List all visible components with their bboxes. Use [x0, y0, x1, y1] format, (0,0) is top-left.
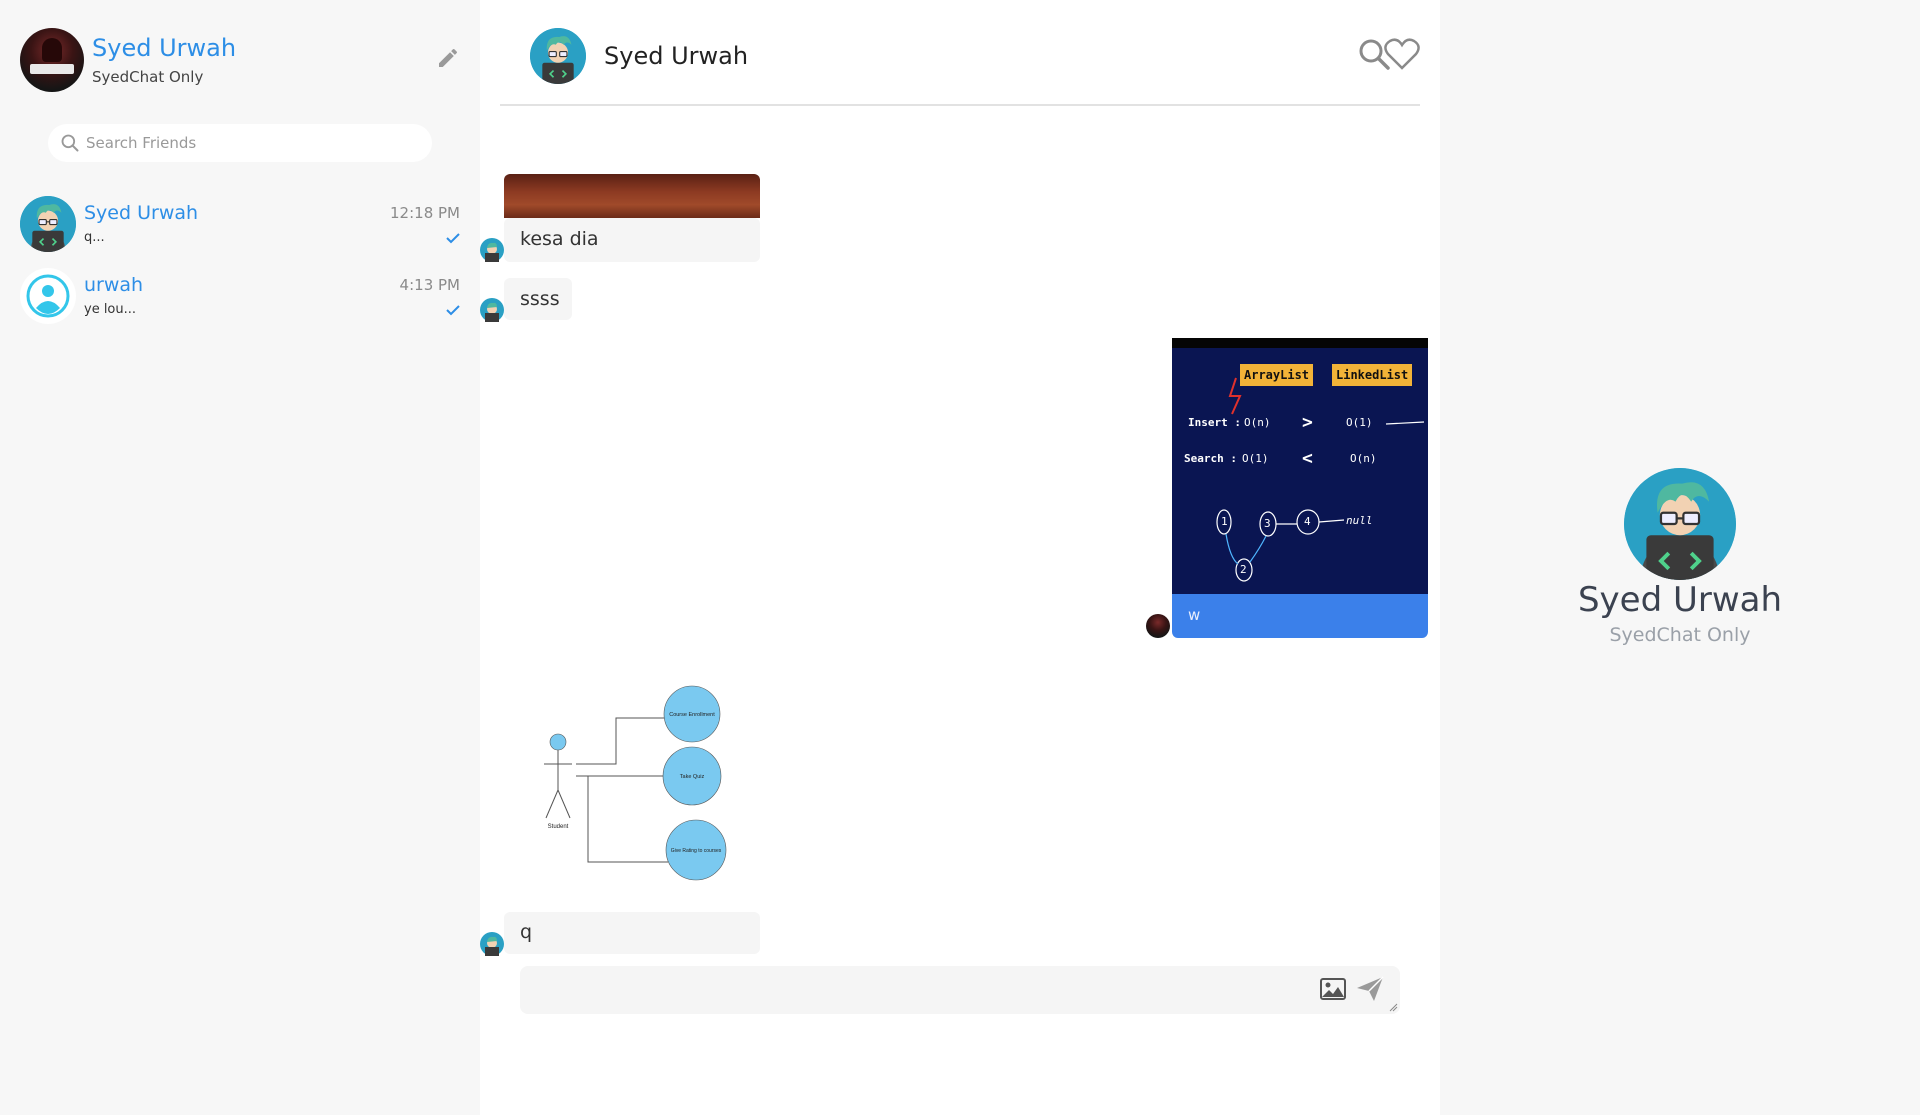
sender-avatar-icon [480, 298, 504, 322]
message-image-arraylist-vs-linkedlist[interactable]: ArrayList LinkedList Insert : O(n) > O(1… [1172, 338, 1428, 594]
send-icon[interactable] [1356, 976, 1384, 1002]
friend-name: Syed Urwah [84, 202, 199, 224]
message-bubble-incoming: kesa dia [504, 218, 760, 262]
resize-grip-icon[interactable] [1388, 1002, 1398, 1012]
read-check-icon [446, 305, 460, 316]
image-node: 3 [1264, 517, 1271, 530]
image-linked-list-drawing [1216, 377, 1425, 582]
search-icon [61, 134, 79, 152]
friend-item-urwah[interactable]: urwah ye lou... 4:13 PM [20, 268, 460, 326]
message-input[interactable] [536, 966, 1316, 1014]
image-upload-icon[interactable] [1320, 978, 1346, 1000]
search-friends-input[interactable] [86, 124, 416, 162]
diagram-use-case-label: Give Rating to courses [671, 848, 722, 854]
my-profile-status: SyedChat Only [92, 68, 204, 86]
image-node: 2 [1240, 563, 1247, 576]
message-bubble-incoming: q [504, 912, 760, 954]
coder-avatar-icon [1624, 468, 1736, 580]
contact-avatar [1624, 468, 1736, 580]
message-composer [520, 966, 1400, 1014]
my-avatar[interactable] [20, 28, 84, 92]
chat-panel: Syed Urwah kesa dia ssss ArrayList Linke… [480, 0, 1440, 1115]
image-node: 4 [1304, 515, 1311, 528]
sidebar: Syed Urwah SyedChat Only Search Friends … [0, 0, 480, 1115]
friend-avatar [20, 268, 76, 324]
sender-avatar-icon [480, 238, 504, 262]
diagram-actor-label: Student [548, 824, 569, 830]
edit-pencil-icon[interactable] [436, 46, 460, 70]
diagram-use-case-label: Course Enrollment [669, 712, 715, 718]
message-image[interactable] [504, 174, 760, 218]
coder-avatar-icon [530, 28, 586, 84]
chat-header: Syed Urwah [500, 0, 1420, 106]
contact-subtitle: SyedChat Only [1609, 624, 1751, 646]
heart-icon[interactable] [1384, 38, 1420, 70]
chat-partner-name: Syed Urwah [604, 42, 749, 70]
diagram-use-case-label: Take Quiz [680, 774, 705, 780]
friend-last-time: 4:13 PM [399, 276, 460, 294]
friend-last-message: q... [84, 230, 105, 245]
default-user-icon [26, 274, 70, 318]
read-check-icon [446, 233, 460, 244]
friend-item-syed-urwah[interactable]: Syed Urwah q... 12:18 PM [20, 196, 460, 254]
my-profile: Syed Urwah SyedChat Only [20, 28, 460, 92]
message-image-use-case-diagram[interactable]: Student Course Enrollment Take Quiz Give… [504, 680, 734, 890]
search-friends-box [48, 124, 432, 162]
message-text: kesa dia [520, 228, 599, 250]
message-text: w [1188, 606, 1201, 624]
coder-avatar-icon [20, 196, 76, 252]
message-text: q [520, 921, 533, 943]
image-node: 1 [1221, 515, 1228, 528]
friend-last-time: 12:18 PM [390, 204, 460, 222]
message-text: ssss [520, 288, 560, 310]
chat-partner-avatar[interactable] [530, 28, 586, 84]
contact-info-panel: Syed Urwah SyedChat Only [1440, 0, 1920, 1115]
friend-avatar [20, 196, 76, 252]
message-bubble-outgoing: w [1172, 594, 1428, 638]
my-profile-name: Syed Urwah [92, 34, 237, 62]
my-sender-avatar [1146, 614, 1170, 638]
friend-name: urwah [84, 274, 144, 296]
friend-last-message: ye lou... [84, 302, 137, 317]
message-bubble-incoming: ssss [504, 278, 572, 320]
contact-name: Syed Urwah [1577, 580, 1783, 620]
sender-avatar-icon [480, 932, 504, 956]
image-list-end: null [1346, 514, 1373, 527]
